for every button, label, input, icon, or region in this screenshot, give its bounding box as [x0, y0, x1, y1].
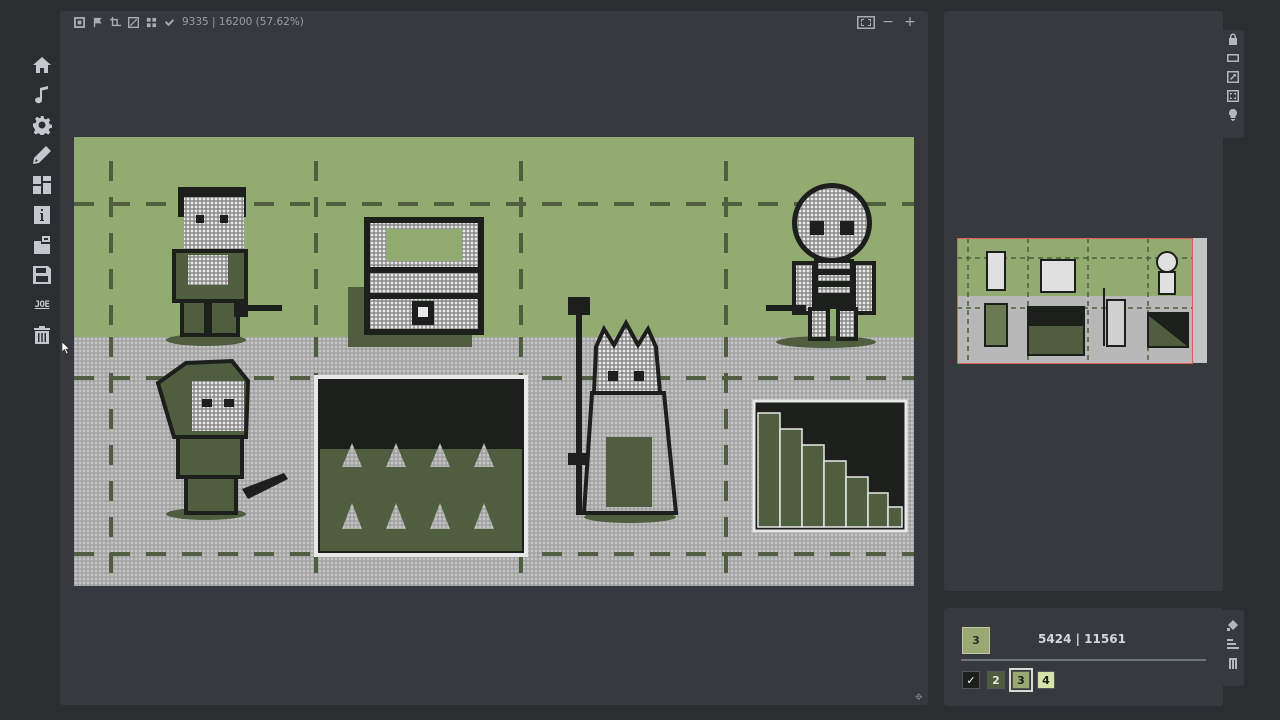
- fill-icon[interactable]: [1226, 618, 1240, 632]
- canvas-toolbar: 9335 | 16200 (57.62%): [72, 14, 304, 30]
- color-panel: [944, 608, 1223, 706]
- zoom-controls: − +: [854, 14, 920, 30]
- gear-icon[interactable]: [29, 112, 55, 138]
- palette-color-4[interactable]: 4: [1037, 671, 1055, 689]
- crop-icon[interactable]: [108, 15, 122, 29]
- fit-screen-icon[interactable]: [856, 14, 876, 30]
- align-icon[interactable]: [1226, 637, 1240, 651]
- bulb-icon[interactable]: [1226, 108, 1240, 122]
- staircase-sprite: [752, 399, 908, 533]
- import-icon[interactable]: [29, 232, 55, 258]
- cursor-coordinates: 5424 | 11561: [1038, 632, 1126, 646]
- left-sidebar: JOE: [28, 52, 56, 352]
- current-color-swatch[interactable]: 3: [962, 627, 990, 654]
- rectangle-icon[interactable]: [1226, 51, 1240, 65]
- color-palette: ✓ 2 3 4: [962, 668, 1062, 692]
- text-icon[interactable]: [1226, 656, 1240, 670]
- pencil-icon[interactable]: [29, 142, 55, 168]
- check-icon: [162, 15, 176, 29]
- expand-icon[interactable]: [1226, 70, 1240, 84]
- palette-color-3[interactable]: 3: [1009, 668, 1033, 692]
- preview-toolbar: [1222, 30, 1244, 138]
- music-icon[interactable]: [29, 82, 55, 108]
- info-icon[interactable]: [29, 202, 55, 228]
- panel-divider: [961, 659, 1206, 661]
- joe-text[interactable]: JOE: [29, 292, 55, 318]
- frame-icon[interactable]: [72, 15, 86, 29]
- spike-pit-sprite: [314, 375, 528, 557]
- pixel-count-stats: 9335 | 16200 (57.62%): [182, 16, 304, 28]
- color-toolbar: [1222, 610, 1244, 686]
- chest-sprite: [348, 217, 484, 347]
- mouse-cursor-icon: [62, 342, 70, 354]
- palette-color-2[interactable]: 2: [987, 671, 1005, 689]
- fullscreen-icon[interactable]: [1226, 89, 1240, 103]
- palette-color-1[interactable]: ✓: [962, 671, 980, 689]
- flag-icon[interactable]: [90, 15, 104, 29]
- trash-icon[interactable]: [29, 322, 55, 348]
- layers-icon[interactable]: [144, 15, 158, 29]
- joe-label: JOE: [34, 300, 50, 310]
- home-icon[interactable]: [29, 52, 55, 78]
- zoom-out-icon[interactable]: −: [878, 14, 898, 30]
- pixel-canvas[interactable]: [74, 137, 914, 586]
- resize-handle-icon[interactable]: ✥: [915, 693, 923, 703]
- lock-icon[interactable]: [1226, 32, 1240, 46]
- dashboard-icon[interactable]: [29, 172, 55, 198]
- save-icon[interactable]: [29, 262, 55, 288]
- zoom-in-icon[interactable]: +: [900, 14, 920, 30]
- hatch-icon[interactable]: [126, 15, 140, 29]
- minimap-preview[interactable]: [957, 238, 1207, 363]
